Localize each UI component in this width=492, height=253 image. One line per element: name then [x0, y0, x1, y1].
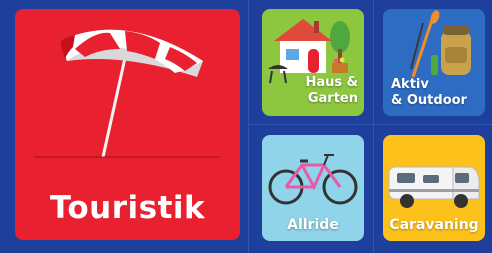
- tile-touristik-label: Touristik: [49, 190, 206, 226]
- tile-caravaning[interactable]: Caravaning: [383, 135, 485, 241]
- tile-haus-garten[interactable]: Haus & Garten: [262, 9, 364, 116]
- tile-haus-garten-label-line2: Garten: [307, 91, 358, 106]
- divider-vertical-right: [373, 0, 374, 253]
- camper-van-icon: [388, 166, 480, 208]
- tile-allride-label: Allride: [287, 217, 339, 233]
- divider-horizontal: [249, 124, 492, 125]
- divider-vertical: [248, 0, 249, 253]
- tile-aktiv-outdoor-label-line2: & Outdoor: [391, 93, 467, 108]
- beach-umbrella-icon: [35, 29, 220, 158]
- tile-aktiv-outdoor[interactable]: Aktiv & Outdoor: [383, 9, 485, 116]
- bicycle-icon: [268, 154, 358, 205]
- tile-haus-garten-label-line1: Haus &: [305, 75, 358, 90]
- tile-allride[interactable]: Allride: [262, 135, 364, 241]
- tile-touristik[interactable]: Touristik: [15, 9, 240, 240]
- tile-aktiv-outdoor-label-line1: Aktiv: [391, 77, 429, 92]
- tile-caravaning-label: Caravaning: [389, 217, 479, 233]
